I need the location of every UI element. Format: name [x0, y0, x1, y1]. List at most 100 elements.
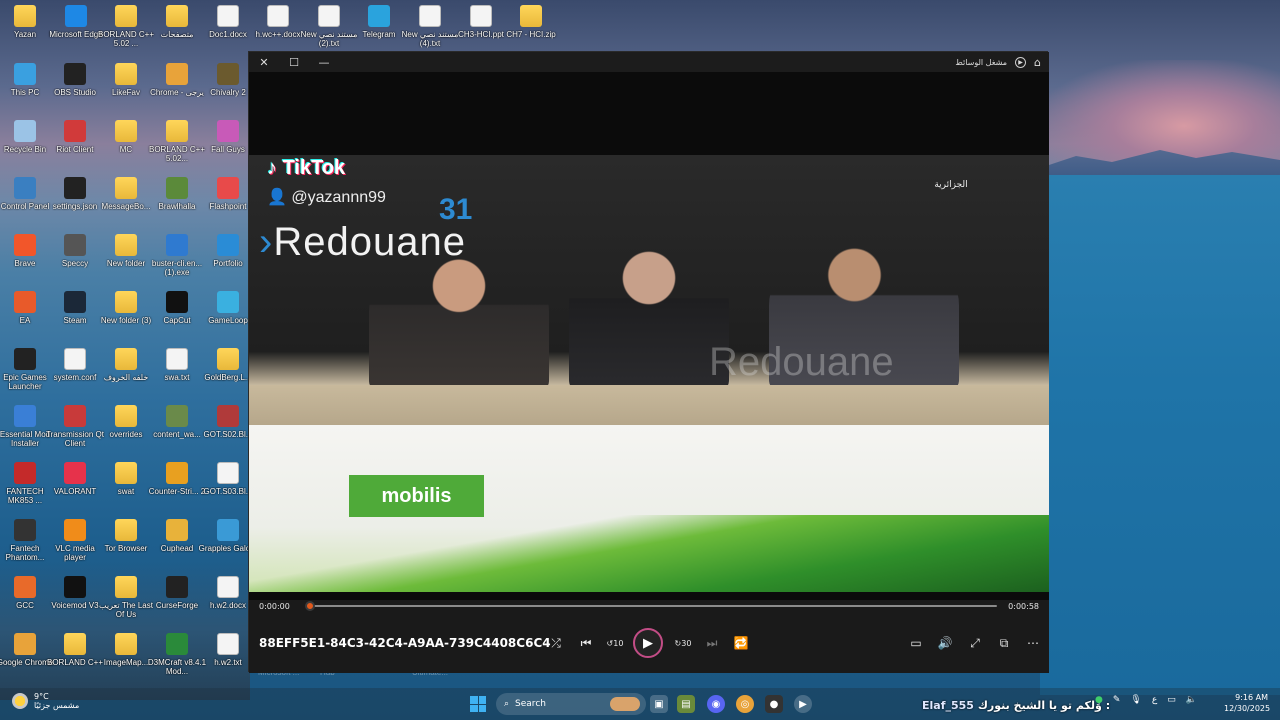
taskbar-search[interactable]: ⌕ Search: [496, 693, 646, 715]
desktop-icon-control-panel[interactable]: Control Panel: [0, 177, 50, 233]
desktop-icon-swat[interactable]: swat: [101, 462, 151, 518]
desktop-icon-h-w2-txt[interactable]: h.w2.txt: [203, 633, 253, 689]
task-view-icon[interactable]: ▣: [650, 695, 668, 713]
desktop-icon-settings-json[interactable]: settings.json: [50, 177, 100, 233]
network-icon[interactable]: ▭: [1167, 695, 1176, 705]
desktop-icon-borland-c-5-02[interactable]: BORLAND C++ 5.02 ...: [98, 5, 154, 61]
windows-logo-icon: [478, 696, 486, 704]
seek-thumb[interactable]: [305, 601, 315, 611]
desktop-icon-tor-browser[interactable]: Tor Browser: [101, 519, 151, 575]
desktop-icon-messagebo[interactable]: MessageBo...: [101, 177, 151, 233]
volume-icon[interactable]: 🔊: [935, 633, 955, 653]
start-button[interactable]: [470, 696, 486, 712]
desktop-icon-riot-client[interactable]: Riot Client: [50, 120, 100, 176]
desktop-icon-brawlhalla[interactable]: Brawlhalla: [152, 177, 202, 233]
desktop-icon-gameloop[interactable]: GameLoop: [203, 291, 253, 347]
desktop-icon-curseforge[interactable]: CurseForge: [152, 576, 202, 632]
desktop-icon-google-chrome[interactable]: Google Chrome: [0, 633, 53, 689]
repeat-icon[interactable]: 🔁: [731, 633, 751, 653]
desktop-icon-got-s02-bl[interactable]: GOT.S02.Bl...: [203, 405, 253, 461]
desktop-icon-borland-c[interactable]: BORLAND C++: [47, 633, 103, 689]
desktop-icon-valorant[interactable]: VALORANT: [50, 462, 100, 518]
fullscreen-icon[interactable]: ⤢: [965, 633, 985, 653]
status-dot-icon[interactable]: ●: [1095, 695, 1103, 705]
desktop-icon-fall-guys[interactable]: Fall Guys: [203, 120, 253, 176]
desktop-icon-h-w2-docx[interactable]: h.w2.docx: [203, 576, 253, 632]
desktop-icon-swa-txt[interactable]: swa.txt: [152, 348, 202, 404]
system-clock[interactable]: 9:16 AM 12/30/2025: [1224, 692, 1270, 714]
app-icon: [217, 291, 239, 313]
desktop-icon-flashpoint[interactable]: Flashpoint: [203, 177, 253, 233]
desktop-icon-brave[interactable]: Brave: [0, 234, 50, 290]
desktop-icon-d3mcraft-v8-4-1-mod[interactable]: D3MCraft v8.4.1 Mod...: [148, 633, 206, 689]
desktop-icon-speccy[interactable]: Speccy: [50, 234, 100, 290]
desktop-icon-borland-c-5-02[interactable]: BORLAND C++ 5.02...: [149, 120, 205, 176]
desktop-icon-capcut[interactable]: CapCut: [152, 291, 202, 347]
desktop-icon-mc[interactable]: MC: [101, 120, 151, 176]
miniplayer-icon[interactable]: ⧉: [994, 633, 1014, 653]
folder-icon: [64, 633, 86, 655]
skip-forward-button[interactable]: ↻ 30: [673, 633, 693, 653]
obs-icon[interactable]: ●: [765, 695, 783, 713]
desktop-icon-fantech-phantom[interactable]: Fantech Phantom...: [0, 519, 50, 575]
news-ticker[interactable]: Elaf_555 وَلكم تو يا الشيخ بنورك :: [922, 699, 1110, 712]
desktop-icon-obs-studio[interactable]: OBS Studio: [50, 63, 100, 119]
desktop-icon-item[interactable]: متصفحات: [152, 5, 202, 61]
close-button[interactable]: ✕: [249, 52, 279, 72]
desktop-icon-counter-stri-2[interactable]: Counter-Stri... 2: [149, 462, 205, 518]
maximize-button[interactable]: ☐: [279, 52, 309, 72]
desktop-icon-gcc[interactable]: GCC: [0, 576, 50, 632]
search-label: Search: [515, 699, 546, 709]
skip-back-button[interactable]: ↺ 10: [605, 633, 625, 653]
desktop-icon-recycle-bin[interactable]: Recycle Bin: [0, 120, 50, 176]
video-area[interactable]: ♪ TikTok 👤 @yazannn99 31 ›Redouane Redou…: [249, 72, 1049, 600]
desktop-icon-ea[interactable]: EA: [0, 291, 50, 347]
seek-bar[interactable]: [305, 601, 997, 611]
volume-tray-icon[interactable]: 🔈: [1186, 695, 1197, 705]
desktop-icon-cuphead[interactable]: Cuphead: [152, 519, 202, 575]
desktop-icon-yazan[interactable]: Yazan: [0, 5, 50, 61]
desktop-icon-essential-mod-installer[interactable]: Essential Mod Installer: [0, 405, 50, 461]
desktop-icon-new-folder-3[interactable]: New folder (3): [101, 291, 151, 347]
desktop-icon-content-wa[interactable]: content_wa...: [152, 405, 202, 461]
desktop-icon-overrides[interactable]: overrides: [101, 405, 151, 461]
home-icon[interactable]: ⌂: [1034, 56, 1041, 69]
previous-icon[interactable]: ⏮: [576, 633, 596, 653]
desktop-icon-chivalry-2[interactable]: Chivalry 2: [203, 63, 253, 119]
language-indicator[interactable]: ع: [1152, 695, 1157, 705]
more-options-icon[interactable]: ⋯: [1023, 633, 1043, 653]
desktop-icon-fantech-mk853[interactable]: FANTECH MK853 ...: [0, 462, 50, 518]
desktop-icon-the-last-of-us[interactable]: تعريب The Last Of Us: [99, 576, 153, 632]
shuffle-icon[interactable]: ⤮: [546, 633, 566, 653]
discord-icon[interactable]: ◉: [707, 695, 725, 713]
desktop-icon-new-folder[interactable]: New folder: [101, 234, 151, 290]
desktop-icon-got-s03-bl[interactable]: GOT.S03.Bl...: [203, 462, 253, 518]
play-button[interactable]: ▶: [633, 628, 663, 658]
desktop-icon-buster-cli-en-1-exe[interactable]: buster-cli.en... (1).exe: [152, 234, 202, 290]
desktop-icon-vlc-media-player[interactable]: VLC media player: [50, 519, 100, 575]
desktop-icon-microsoft-edge[interactable]: Microsoft Edge: [49, 5, 103, 61]
minimize-button[interactable]: —: [309, 52, 339, 72]
desktop-icon-doc1-docx[interactable]: Doc1.docx: [203, 5, 253, 61]
desktop-icon-voicemod-v3[interactable]: Voicemod V3: [50, 576, 100, 632]
desktop-icon-this-pc[interactable]: This PC: [0, 63, 50, 119]
next-icon[interactable]: ⏭: [702, 633, 722, 653]
media-player-taskbar-icon[interactable]: ▶: [794, 695, 812, 713]
desktop-icon-likefav[interactable]: LikeFav: [101, 63, 151, 119]
weather-widget[interactable]: 9°C مشمس جزئيًا: [12, 692, 79, 710]
desktop-icon-chrome[interactable]: Chrome - يرجى: [150, 63, 204, 119]
pen-icon[interactable]: ✎: [1113, 695, 1121, 705]
desktop-icon-item[interactable]: خلفه الخروف: [101, 348, 151, 404]
subtitles-icon[interactable]: ▭: [906, 633, 926, 653]
desktop-icon-system-conf[interactable]: system.conf: [50, 348, 100, 404]
chrome-icon[interactable]: ◎: [736, 695, 754, 713]
desktop-icon-goldberg-l[interactable]: GoldBerg.L...: [203, 348, 253, 404]
widgets-icon[interactable]: ▤: [677, 695, 695, 713]
desktop-icon-portfolio[interactable]: Portfolio: [203, 234, 253, 290]
desktop-icon-steam[interactable]: Steam: [50, 291, 100, 347]
desktop-icon-transmission-qt-client[interactable]: Transmission Qt Client: [46, 405, 104, 461]
microphone-icon[interactable]: 🎙: [1130, 695, 1141, 705]
desktop-icon-grapples-galore[interactable]: Grapples Galore: [199, 519, 257, 575]
desktop-icon-imagemap[interactable]: ImageMap...: [101, 633, 151, 689]
desktop-icon-epic-games-launcher[interactable]: Epic Games Launcher: [0, 348, 50, 404]
